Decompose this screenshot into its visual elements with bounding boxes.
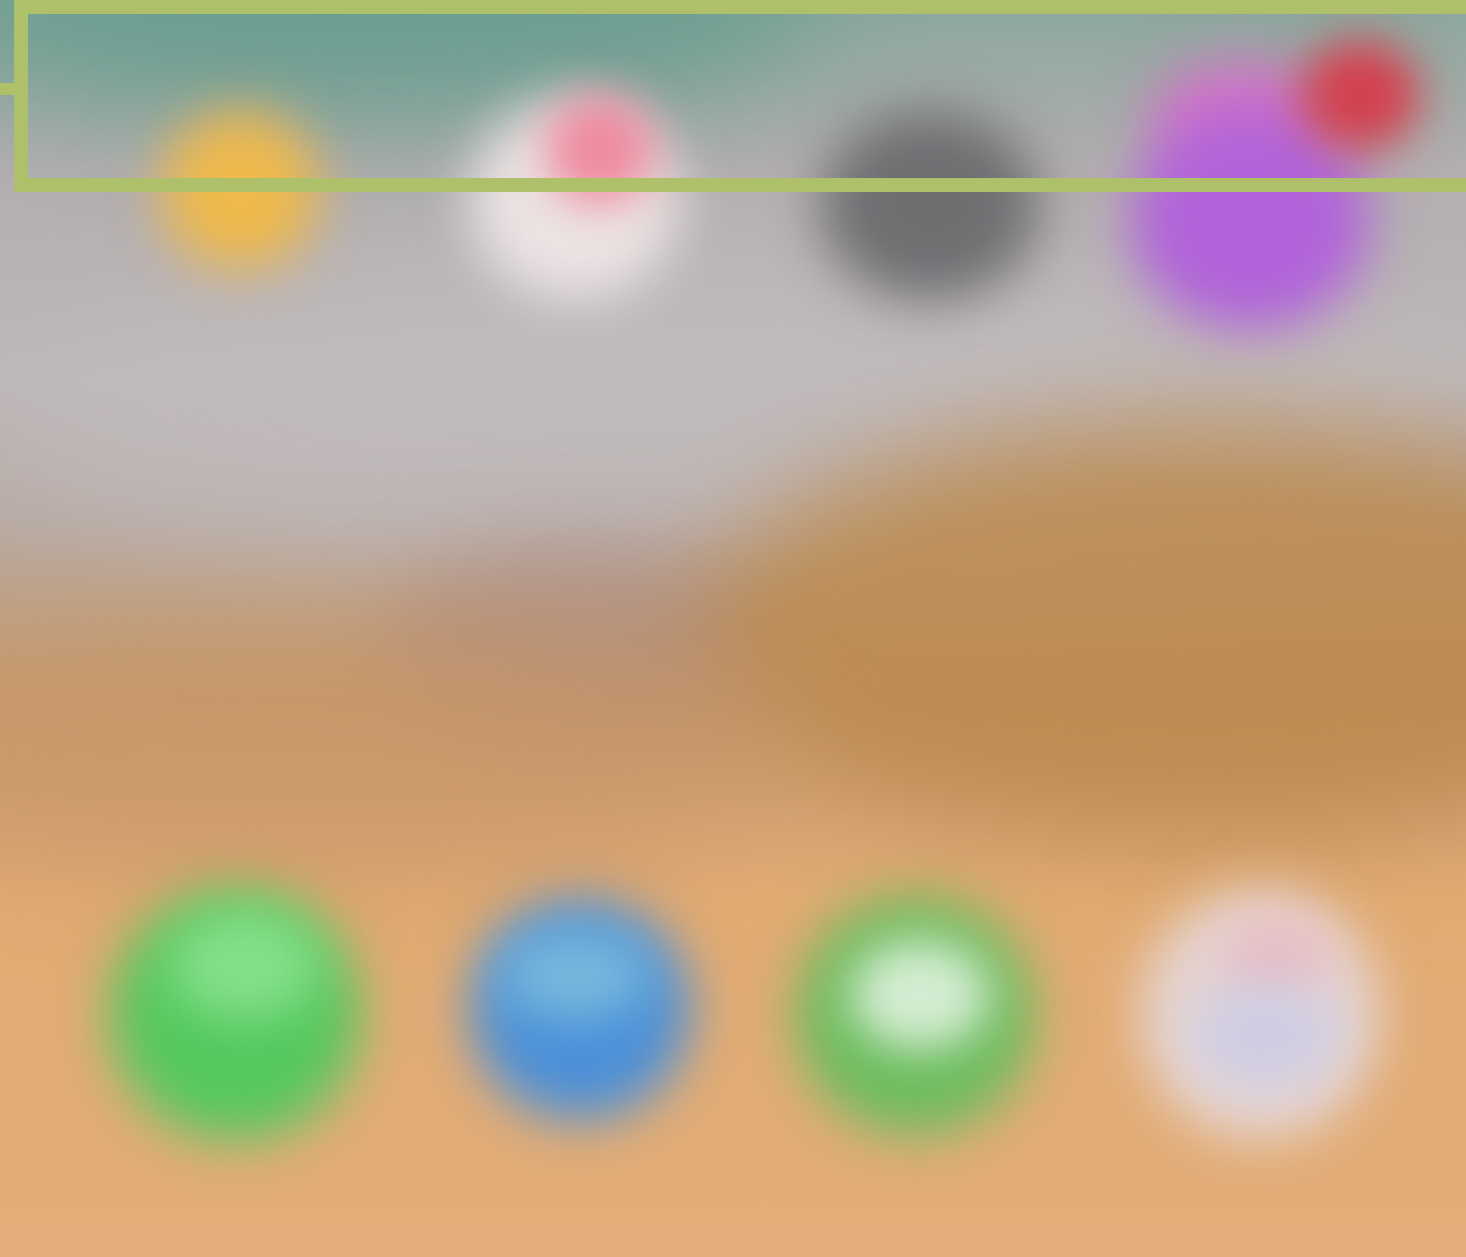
highlight-frame-tab (0, 83, 16, 95)
photos-icon-petal-2 (1190, 980, 1340, 1090)
messages-icon-bubble (850, 940, 990, 1050)
safari-icon-highlight (500, 930, 650, 1020)
home-screen (0, 0, 1466, 1257)
phone-icon-highlight (170, 910, 320, 1020)
highlight-frame (14, 0, 1466, 192)
